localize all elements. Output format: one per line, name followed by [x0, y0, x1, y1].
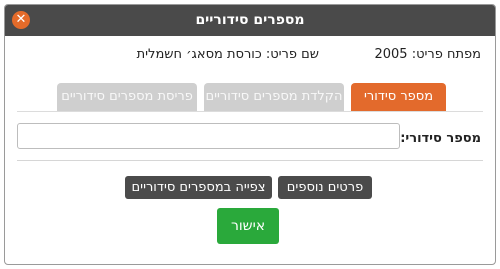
dialog-title: מספרים סידוריים: [195, 12, 305, 28]
tab-spread-serial-numbers[interactable]: פריסת מספרים סידוריים: [57, 83, 197, 111]
tab-serial-number[interactable]: מספר סידורי: [351, 83, 446, 111]
view-serial-numbers-button[interactable]: צפייה במספרים סידוריים: [125, 176, 272, 199]
item-key: מפתח פריט: 2005: [374, 47, 481, 62]
title-bar: ✕ מספרים סידוריים: [5, 5, 495, 36]
tab-bar: מספר סידורי הקלדת מספרים סידוריים פריסת …: [5, 83, 495, 111]
tab-type-serial-numbers[interactable]: הקלדת מספרים סידוריים: [204, 83, 344, 111]
item-name-label: שם פריט:: [265, 47, 319, 62]
item-name: שם פריט: כורסת מסאג׳ חשמלית: [137, 47, 319, 62]
item-key-value: 2005: [374, 47, 408, 62]
confirm-button[interactable]: אישור: [217, 208, 279, 244]
serial-number-label: מספר סידורי:: [400, 131, 481, 146]
tab-divider: [17, 111, 483, 112]
item-name-value: כורסת מסאג׳ חשמלית: [136, 47, 262, 62]
more-details-button[interactable]: פרטים נוספים: [278, 176, 372, 199]
serial-number-input[interactable]: [17, 123, 400, 149]
item-key-label: מפתח פריט:: [411, 47, 481, 62]
section-divider: [17, 160, 483, 161]
serial-numbers-dialog: ✕ מספרים סידוריים מפתח פריט: 2005 שם פרי…: [4, 4, 496, 265]
